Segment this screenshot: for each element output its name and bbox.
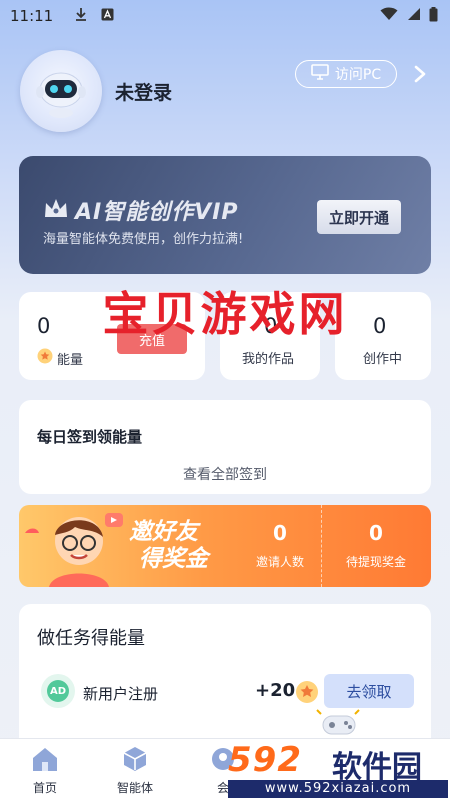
chevron-right-icon[interactable] (410, 62, 430, 86)
energy-star-icon (37, 348, 53, 368)
stat-label-row: 能量 (37, 348, 83, 368)
wifi-icon (380, 7, 398, 25)
invite-banner[interactable]: 邀好友 得奖金 0 邀请人数 0 待提现奖金 (19, 505, 431, 587)
visit-pc-label: 访问PC (334, 67, 382, 83)
task-name: 新用户注册 (83, 685, 159, 703)
vip-card[interactable]: AI智能创作VIP 海量智能体免费使用，创作力拉满! 立即开通 (19, 156, 431, 274)
visit-pc-button[interactable]: 访问PC (295, 60, 397, 88)
invite-reward-label: 待提现奖金 (345, 555, 406, 569)
vip-open-button[interactable]: 立即开通 (317, 200, 401, 234)
invite-reward-value: 0 (369, 521, 383, 545)
invite-title: 邀好友 得奖金 (129, 519, 208, 573)
username-label[interactable]: 未登录 (115, 78, 172, 105)
nav-agents-label: 智能体 (116, 781, 153, 795)
a-icon (101, 8, 114, 25)
invite-title-line2: 得奖金 (139, 546, 208, 572)
robot-icon (36, 72, 86, 118)
vip-subtitle: 海量智能体免费使用，创作力拉满! (43, 232, 244, 247)
avatar[interactable] (20, 50, 102, 132)
nav-home-label: 首页 (32, 781, 57, 795)
stat-label: 创作中 (363, 352, 403, 367)
watermark-text: 宝贝游戏网 (102, 287, 348, 341)
invite-title-line1: 邀好友 (129, 519, 198, 545)
status-bar: 11:11 (0, 0, 450, 32)
cartoon-boy-icon (25, 513, 123, 587)
energy-star-icon (295, 680, 319, 708)
claim-button[interactable]: 去领取 (324, 674, 414, 708)
nav-agents[interactable]: 智能体 (100, 745, 170, 796)
status-time: 11:11 (10, 7, 54, 25)
invite-count-value: 0 (273, 521, 287, 545)
nav-home[interactable]: 首页 (10, 745, 80, 796)
crown-icon (43, 197, 69, 223)
vip-title-text: AI智能创作VIP (75, 200, 239, 225)
task-row: AD 新用户注册 +20 去领取 (19, 672, 431, 712)
download-icon (75, 7, 87, 25)
invite-reward: 0 待提现奖金 (333, 521, 419, 570)
stat-label: 能量 (57, 352, 84, 368)
signin-title: 每日签到领能量 (37, 428, 143, 446)
ad-icon-text: AD (47, 680, 69, 702)
watermark-brand-num: 592 (228, 740, 302, 780)
signal-icon (406, 7, 421, 25)
profile-header: 未登录 访问PC (20, 50, 430, 134)
gamepad-icon (316, 709, 360, 735)
monitor-icon (311, 64, 329, 84)
home-icon (33, 748, 57, 771)
signin-card: 每日签到领能量 查看全部签到 (19, 400, 431, 494)
watermark-url: www.592xiazai.com (228, 780, 448, 798)
cube-icon (123, 747, 147, 771)
invite-divider (321, 505, 322, 587)
invite-count-label: 邀请人数 (255, 555, 304, 569)
task-title: 做任务得能量 (37, 628, 145, 649)
battery-icon (429, 6, 438, 26)
ad-icon: AD (41, 674, 75, 708)
watermark-logo: 592 软件园 www.592xiazai.com (226, 740, 450, 800)
invite-count: 0 邀请人数 (237, 521, 323, 570)
view-all-signin-link[interactable]: 查看全部签到 (19, 464, 431, 484)
vip-title: AI智能创作VIP (43, 194, 239, 226)
stat-label: 我的作品 (242, 352, 295, 367)
task-reward-value: +20 (255, 680, 296, 701)
